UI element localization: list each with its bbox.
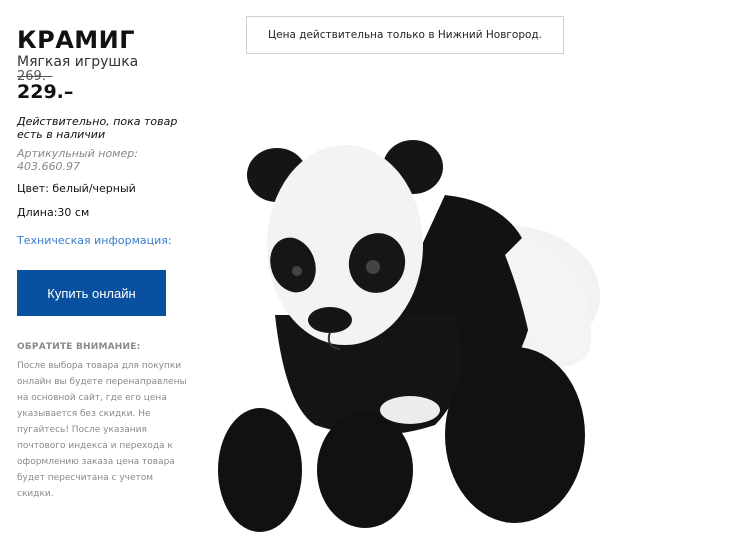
availability-note: Действительно, пока товар есть в наличии (17, 115, 178, 141)
current-price: 229.– (17, 81, 74, 103)
attention-heading: ОБРАТИТЕ ВНИМАНИЕ: (17, 342, 141, 352)
product-length: Длина:30 см (17, 206, 90, 219)
buy-online-button[interactable]: Купить онлайн (17, 270, 166, 316)
attention-body: После выбора товара для покупки онлайн в… (17, 361, 187, 499)
article-number: Артикульный номер: 403.660.97 (17, 147, 138, 173)
city-price-notice: Цена действительна только в Нижний Новго… (246, 16, 564, 54)
product-type: Мягкая игрушка (17, 54, 139, 70)
tech-info-link[interactable]: Техническая информация: (17, 234, 172, 247)
product-image (218, 140, 600, 532)
product-title: КРАМИГ (17, 26, 136, 54)
product-color: Цвет: белый/черный (17, 182, 136, 195)
